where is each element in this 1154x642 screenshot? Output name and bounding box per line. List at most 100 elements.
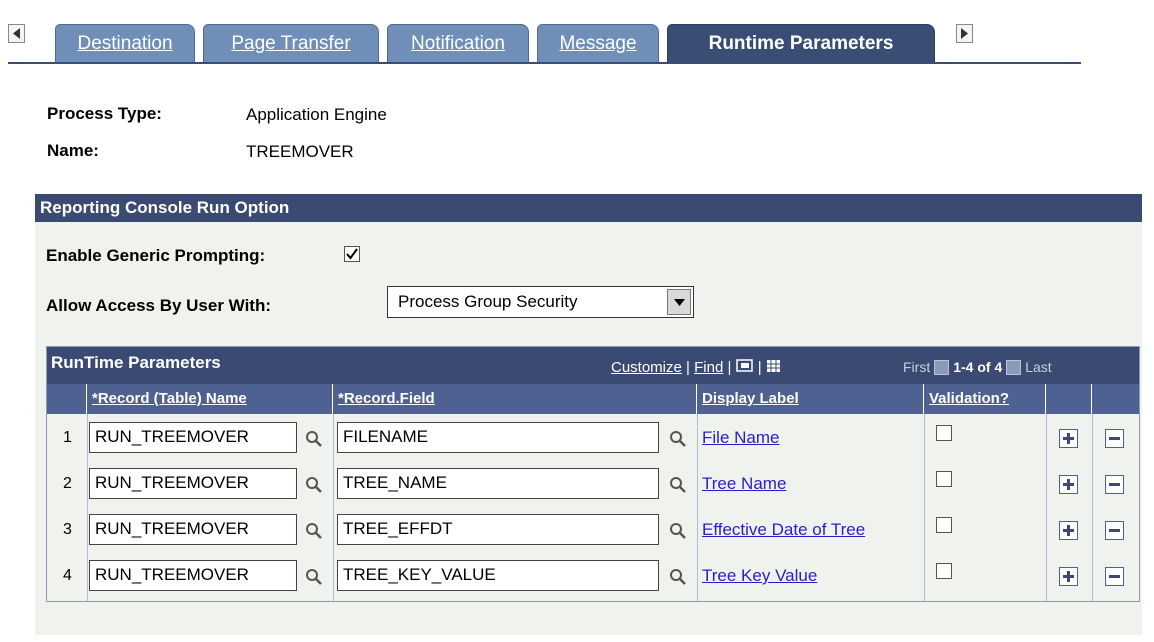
record-name-input[interactable]: RUN_TREEMOVER	[89, 468, 297, 499]
column-divider	[1092, 414, 1093, 601]
lookup-icon[interactable]	[305, 430, 323, 448]
customize-link[interactable]: Customize	[611, 359, 682, 376]
grid-navigation: First 1-4 of 4 Last	[903, 359, 1052, 375]
separator: |	[757, 359, 762, 376]
tab-notification[interactable]: Notification	[387, 24, 529, 62]
display-label-link[interactable]: Tree Name	[702, 474, 786, 494]
tab-runtime-parameters[interactable]: Runtime Parameters	[667, 24, 935, 62]
row-range: 1-4 of 4	[953, 359, 1003, 375]
lookup-icon[interactable]	[669, 568, 687, 586]
grid-toolbar: Customize | Find | |	[611, 359, 782, 376]
add-row-button[interactable]	[1059, 567, 1078, 586]
validation-header[interactable]: Validation?	[924, 384, 1046, 414]
process-type-value: Application Engine	[246, 105, 387, 124]
tab-underline	[8, 62, 1081, 64]
delete-column-header	[1092, 384, 1139, 414]
minus-icon	[1109, 483, 1120, 486]
separator: |	[727, 359, 732, 376]
grid-title: RunTime Parameters	[51, 353, 221, 372]
first-label: First	[903, 359, 931, 375]
triangle-right-icon	[961, 28, 968, 39]
record-name-input[interactable]: RUN_TREEMOVER	[89, 514, 297, 545]
download-grid-icon[interactable]	[766, 359, 782, 373]
add-row-button[interactable]	[1059, 475, 1078, 494]
last-arrow-icon[interactable]	[1006, 359, 1022, 375]
tab-label: Message	[559, 32, 637, 54]
column-label: Validation?	[929, 390, 1010, 407]
generic-prompting-label: Enable Generic Prompting:	[46, 246, 266, 265]
access-select[interactable]: Process Group Security	[387, 286, 694, 318]
table-row: 2 RUN_TREEMOVER TREE_NAME Tree Name	[47, 461, 1139, 507]
record-field-input[interactable]: FILENAME	[337, 422, 659, 453]
tab-destination[interactable]: Destination	[55, 24, 195, 62]
row-number: 4	[63, 567, 72, 584]
minus-icon	[1109, 437, 1120, 440]
find-link[interactable]: Find	[694, 359, 723, 376]
tab-scroll-right-button[interactable]	[956, 24, 973, 43]
validation-checkbox[interactable]	[936, 517, 952, 533]
display-label-link[interactable]: Effective Date of Tree	[702, 520, 865, 540]
row-number: 2	[63, 475, 72, 492]
column-label: Display Label	[702, 390, 799, 407]
table-row: 4 RUN_TREEMOVER TREE_KEY_VALUE Tree Key …	[47, 553, 1139, 599]
generic-prompting-checkbox[interactable]	[344, 246, 360, 262]
runtime-parameters-grid: RunTime Parameters Customize | Find | | …	[46, 346, 1140, 602]
separator: |	[686, 359, 690, 376]
column-divider	[87, 414, 88, 601]
lookup-icon[interactable]	[669, 430, 687, 448]
row-number: 1	[63, 429, 72, 446]
tab-label: Page Transfer	[231, 32, 351, 54]
add-row-button[interactable]	[1059, 429, 1078, 448]
access-select-value: Process Group Security	[398, 292, 578, 311]
add-row-button[interactable]	[1059, 521, 1078, 540]
row-number-header	[47, 384, 87, 414]
tab-label: Notification	[411, 32, 505, 54]
record-field-input[interactable]: TREE_EFFDT	[337, 514, 659, 545]
chevron-down-icon	[673, 298, 685, 306]
table-row: 1 RUN_TREEMOVER FILENAME File Name	[47, 415, 1139, 461]
row-number: 3	[63, 521, 72, 538]
first-arrow-icon[interactable]	[934, 359, 950, 375]
lookup-icon[interactable]	[305, 476, 323, 494]
lookup-icon[interactable]	[305, 568, 323, 586]
display-label-link[interactable]: File Name	[702, 428, 779, 448]
lookup-icon[interactable]	[669, 476, 687, 494]
column-divider	[1046, 414, 1047, 601]
display-label-link[interactable]: Tree Key Value	[702, 566, 817, 586]
plus-icon	[1063, 571, 1074, 582]
delete-row-button[interactable]	[1105, 475, 1124, 494]
delete-row-button[interactable]	[1105, 429, 1124, 448]
tab-label: Destination	[77, 32, 173, 54]
record-field-input[interactable]: TREE_KEY_VALUE	[337, 560, 659, 591]
lookup-icon[interactable]	[669, 522, 687, 540]
process-type-label: Process Type:	[47, 104, 162, 123]
tab-message[interactable]: Message	[537, 24, 659, 62]
access-label: Allow Access By User With:	[46, 296, 272, 315]
record-field-header[interactable]: *Record.Field	[333, 384, 697, 414]
dropdown-button[interactable]	[667, 289, 691, 315]
view-all-icon[interactable]	[735, 359, 754, 373]
validation-checkbox[interactable]	[936, 563, 952, 579]
name-label: Name:	[47, 141, 99, 160]
delete-row-button[interactable]	[1105, 521, 1124, 540]
record-name-input[interactable]: RUN_TREEMOVER	[89, 560, 297, 591]
validation-checkbox[interactable]	[936, 425, 952, 441]
display-label-header[interactable]: Display Label	[697, 384, 924, 414]
column-divider	[924, 414, 925, 601]
column-divider	[697, 414, 698, 601]
plus-icon	[1063, 479, 1074, 490]
validation-checkbox[interactable]	[936, 471, 952, 487]
last-label: Last	[1025, 359, 1052, 375]
record-field-input[interactable]: TREE_NAME	[337, 468, 659, 499]
column-label: *Record (Table) Name	[92, 390, 247, 407]
record-name-header[interactable]: *Record (Table) Name	[87, 384, 333, 414]
lookup-icon[interactable]	[305, 522, 323, 540]
section-title: Reporting Console Run Option	[35, 194, 1142, 222]
tab-page-transfer[interactable]: Page Transfer	[203, 24, 379, 62]
plus-icon	[1063, 433, 1074, 444]
delete-row-button[interactable]	[1105, 567, 1124, 586]
record-name-input[interactable]: RUN_TREEMOVER	[89, 422, 297, 453]
add-column-header	[1046, 384, 1092, 414]
tab-scroll-left-button[interactable]	[8, 24, 25, 43]
checkmark-icon	[346, 248, 358, 260]
